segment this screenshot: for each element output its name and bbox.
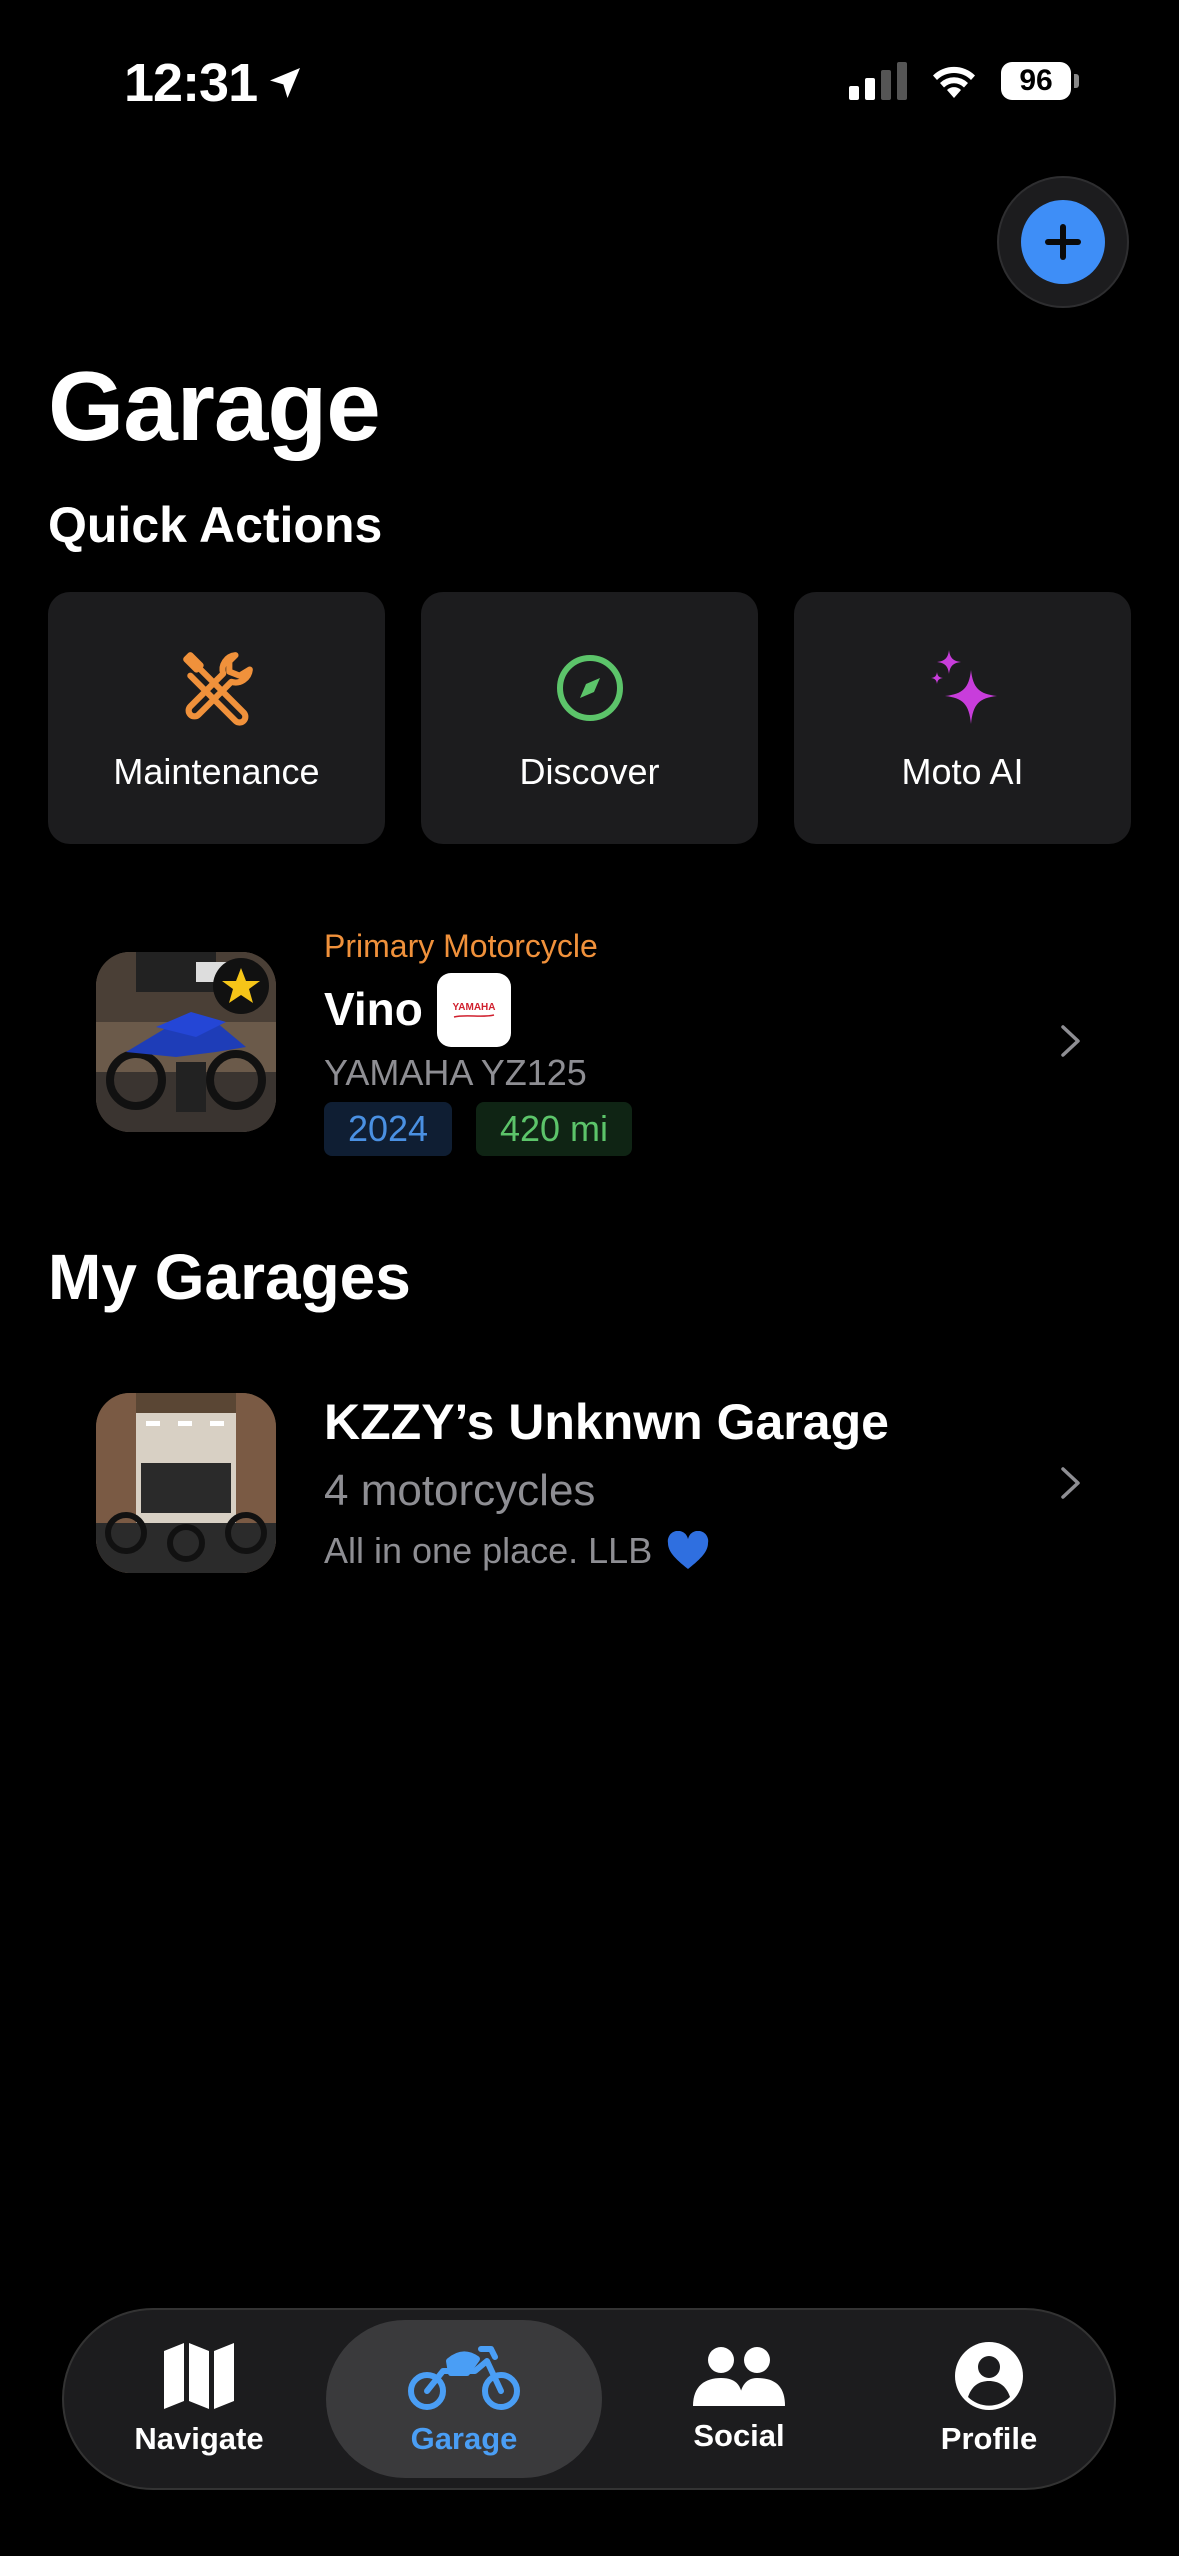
quick-action-label: Discover	[519, 751, 660, 792]
page-title: Garage	[48, 351, 381, 461]
garage-motorcycle-count: 4 motorcycles	[324, 1466, 596, 1515]
garage-description: All in one place. LLB 💙	[324, 1530, 710, 1572]
motorcycle-photo	[96, 952, 276, 1132]
garage-photo	[96, 1393, 276, 1573]
battery-icon: 96	[1001, 62, 1079, 100]
quick-action-label: Moto AI	[901, 751, 1024, 792]
compass-icon	[556, 655, 623, 721]
my-garages-title: My Garages	[48, 1241, 411, 1313]
battery-level: 96	[1001, 62, 1071, 100]
cellular-signal-icon	[849, 62, 907, 100]
tab-navigate[interactable]: Navigate	[64, 2310, 334, 2488]
status-time: 12:31	[124, 52, 305, 114]
garage-name: KZZY’s Unknwn Garage	[324, 1394, 889, 1450]
garage-description-text: All in one place. LLB	[324, 1530, 653, 1571]
chevron-right-icon	[1061, 1025, 1080, 1057]
wifi-icon	[933, 66, 975, 98]
brand-logo-text: YAMAHA	[452, 1001, 496, 1013]
mileage-badge: 420 mi	[476, 1102, 632, 1156]
year-badge: 2024	[324, 1102, 452, 1156]
quick-action-moto-ai[interactable]: Moto AI	[794, 592, 1131, 844]
tab-label: Profile	[940, 2421, 1038, 2456]
blue-heart-icon	[668, 1531, 709, 1569]
map-icon	[164, 2343, 234, 2409]
plus-icon	[1045, 224, 1081, 260]
location-arrow-icon	[270, 68, 301, 98]
tab-profile[interactable]: Profile	[874, 2310, 1104, 2488]
people-icon	[693, 2347, 785, 2406]
tab-label: Navigate	[134, 2421, 264, 2456]
quick-actions-title: Quick Actions	[48, 497, 383, 553]
brand-logo: YAMAHA	[437, 973, 511, 1047]
chevron-right-icon	[1061, 1467, 1080, 1499]
motorcycle-icon	[408, 2346, 520, 2410]
tab-label: Social	[693, 2418, 785, 2453]
quick-action-discover[interactable]: Discover	[421, 592, 758, 844]
primary-motorcycle-label: Primary Motorcycle	[324, 928, 598, 964]
quick-action-label: Maintenance	[113, 751, 320, 792]
motorcycle-name: Vino	[324, 983, 423, 1035]
status-time-text: 12:31	[124, 53, 258, 113]
status-indicators: 96	[849, 62, 1079, 100]
sparkles-icon	[930, 650, 997, 724]
tab-label: Garage	[410, 2421, 518, 2456]
add-button[interactable]	[997, 176, 1129, 308]
motorcycle-model: YAMAHA YZ125	[324, 1052, 587, 1093]
tab-bar: Navigate Garage Social Profile	[62, 2308, 1116, 2490]
tab-social[interactable]: Social	[624, 2310, 854, 2488]
person-circle-icon	[955, 2342, 1023, 2410]
wrench-screwdriver-icon	[182, 652, 253, 726]
tab-garage[interactable]: Garage	[326, 2310, 602, 2488]
quick-action-maintenance[interactable]: Maintenance	[48, 592, 385, 844]
